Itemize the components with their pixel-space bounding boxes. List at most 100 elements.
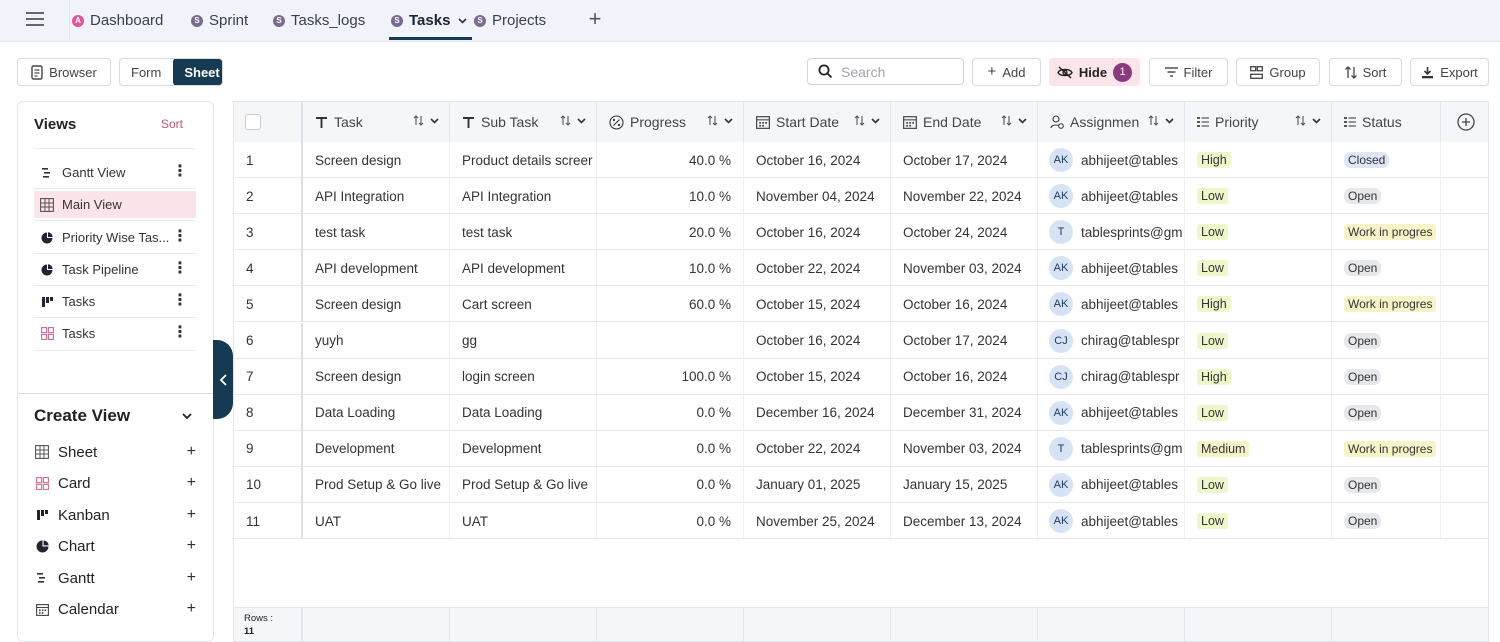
column-sort-controls[interactable]: [413, 115, 439, 126]
group-button[interactable]: Group: [1236, 58, 1320, 86]
priority-cell[interactable]: Low: [1185, 214, 1332, 251]
sort-button[interactable]: Sort: [1329, 58, 1402, 86]
column-header-progress[interactable]: Progress: [597, 102, 744, 142]
column-sort-controls[interactable]: [1001, 115, 1027, 126]
table-row[interactable]: 6 yuyh gg October 16, 2024 October 17, 2024 C…: [234, 322, 1488, 359]
start-date-cell[interactable]: October 16, 2024: [744, 322, 891, 359]
sub-task-cell[interactable]: Data Loading: [450, 394, 597, 431]
row-number-cell[interactable]: 4: [234, 250, 303, 287]
task-cell[interactable]: Data Loading: [303, 394, 450, 431]
create-calendar-view[interactable]: Calendar +: [34, 597, 196, 621]
table-row[interactable]: 7 Screen design login screen 100.0 % October…: [234, 358, 1488, 395]
status-cell[interactable]: Open: [1332, 178, 1441, 215]
progress-cell[interactable]: 0.0 %: [597, 394, 744, 431]
table-row[interactable]: 4 API development API development 10.0 % Oct…: [234, 250, 1488, 287]
start-date-cell[interactable]: November 25, 2024: [744, 503, 891, 539]
status-cell[interactable]: Work in progres: [1332, 430, 1441, 467]
assignee-cell[interactable]: AK abhijeet@tables: [1038, 250, 1185, 287]
column-header-end-date[interactable]: End Date: [891, 102, 1038, 142]
assignee-cell[interactable]: AK abhijeet@tables: [1038, 466, 1185, 503]
status-cell[interactable]: Work in progres: [1332, 286, 1441, 323]
column-header-status[interactable]: Status: [1332, 102, 1441, 142]
create-kanban-view[interactable]: Kanban +: [34, 503, 196, 527]
more-options-icon[interactable]: ⋮: [172, 292, 188, 310]
column-header-priority[interactable]: Priority: [1185, 102, 1332, 142]
table-row[interactable]: 1 Screen design Product details screer 40.0…: [234, 142, 1488, 178]
export-button[interactable]: Export: [1410, 58, 1489, 86]
start-date-cell[interactable]: October 16, 2024: [744, 142, 891, 178]
task-cell[interactable]: Development: [303, 430, 450, 467]
filter-button[interactable]: Filter: [1149, 58, 1228, 86]
sub-task-cell[interactable]: API Integration: [450, 178, 597, 215]
column-header-task[interactable]: Task: [303, 102, 450, 142]
progress-cell[interactable]: 40.0 %: [597, 142, 744, 178]
priority-cell[interactable]: Low: [1185, 250, 1332, 287]
sub-task-cell[interactable]: UAT: [450, 503, 597, 539]
form-toggle-option[interactable]: Form: [120, 59, 167, 85]
add-tab-button[interactable]: +: [586, 8, 604, 32]
sub-task-cell[interactable]: Prod Setup & Go live: [450, 466, 597, 503]
browser-button[interactable]: Browser: [17, 58, 111, 86]
column-sort-controls[interactable]: [707, 115, 733, 126]
table-row[interactable]: 9 Development Development 0.0 % October 22, …: [234, 430, 1488, 467]
assignee-cell[interactable]: AK abhijeet@tables: [1038, 286, 1185, 323]
sub-task-cell[interactable]: API development: [450, 250, 597, 287]
views-sort-link[interactable]: Sort: [161, 117, 183, 131]
column-sort-controls[interactable]: [1295, 115, 1321, 126]
search-input[interactable]: [841, 63, 951, 80]
view-item-tasks-card[interactable]: Tasks ⋮: [34, 320, 196, 347]
end-date-cell[interactable]: November 03, 2024: [891, 250, 1038, 287]
task-cell[interactable]: API Integration: [303, 178, 450, 215]
end-date-cell[interactable]: December 13, 2024: [891, 503, 1038, 539]
sub-task-cell[interactable]: login screen: [450, 358, 597, 395]
task-cell[interactable]: yuyh: [303, 322, 450, 359]
end-date-cell[interactable]: October 17, 2024: [891, 322, 1038, 359]
assignee-cell[interactable]: AK abhijeet@tables: [1038, 394, 1185, 431]
column-sort-controls[interactable]: [560, 115, 586, 126]
priority-cell[interactable]: Low: [1185, 322, 1332, 359]
task-cell[interactable]: Screen design: [303, 358, 450, 395]
row-number-cell[interactable]: 9: [234, 430, 303, 467]
more-options-icon[interactable]: ⋮: [172, 260, 188, 278]
row-number-cell[interactable]: 10: [234, 466, 303, 503]
assignee-cell[interactable]: AK abhijeet@tables: [1038, 178, 1185, 215]
sub-task-cell[interactable]: test task: [450, 214, 597, 251]
assignee-cell[interactable]: CJ chirag@tablespr: [1038, 358, 1185, 395]
progress-cell[interactable]: 0.0 %: [597, 430, 744, 467]
create-sheet-view[interactable]: Sheet +: [34, 440, 196, 464]
create-gantt-view[interactable]: Gantt +: [34, 566, 196, 590]
row-number-cell[interactable]: 6: [234, 322, 303, 359]
hide-fields-button[interactable]: Hide 1: [1049, 58, 1140, 86]
start-date-cell[interactable]: October 16, 2024: [744, 214, 891, 251]
row-number-cell[interactable]: 11: [234, 503, 303, 539]
task-cell[interactable]: API development: [303, 250, 450, 287]
more-options-icon[interactable]: ⋮: [172, 163, 188, 181]
priority-cell[interactable]: Medium: [1185, 430, 1332, 467]
status-cell[interactable]: Work in progres: [1332, 214, 1441, 251]
tab-tasks-logs[interactable]: S Tasks_logs: [273, 0, 365, 41]
end-date-cell[interactable]: November 03, 2024: [891, 430, 1038, 467]
progress-cell[interactable]: 0.0 %: [597, 466, 744, 503]
status-cell[interactable]: Open: [1332, 466, 1441, 503]
create-chart-view[interactable]: Chart +: [34, 534, 196, 558]
table-row[interactable]: 10 Prod Setup & Go live Prod Setup & Go li…: [234, 466, 1488, 503]
sheet-toggle-option[interactable]: Sheet: [173, 59, 222, 85]
end-date-cell[interactable]: October 16, 2024: [891, 286, 1038, 323]
row-number-cell[interactable]: 2: [234, 178, 303, 215]
priority-cell[interactable]: Low: [1185, 466, 1332, 503]
more-options-icon[interactable]: ⋮: [172, 324, 188, 342]
start-date-cell[interactable]: October 15, 2024: [744, 286, 891, 323]
status-cell[interactable]: Open: [1332, 250, 1441, 287]
view-item-gantt-view[interactable]: Gantt View ⋮: [34, 159, 196, 186]
end-date-cell[interactable]: October 16, 2024: [891, 358, 1038, 395]
row-number-cell[interactable]: 1: [234, 142, 303, 178]
progress-cell[interactable]: 10.0 %: [597, 250, 744, 287]
end-date-cell[interactable]: October 24, 2024: [891, 214, 1038, 251]
start-date-cell[interactable]: November 04, 2024: [744, 178, 891, 215]
sub-task-cell[interactable]: Development: [450, 430, 597, 467]
progress-cell[interactable]: [597, 322, 744, 359]
sub-task-cell[interactable]: Product details screer: [450, 142, 597, 178]
row-number-cell[interactable]: 8: [234, 394, 303, 431]
row-number-cell[interactable]: 5: [234, 286, 303, 323]
end-date-cell[interactable]: January 15, 2025: [891, 466, 1038, 503]
